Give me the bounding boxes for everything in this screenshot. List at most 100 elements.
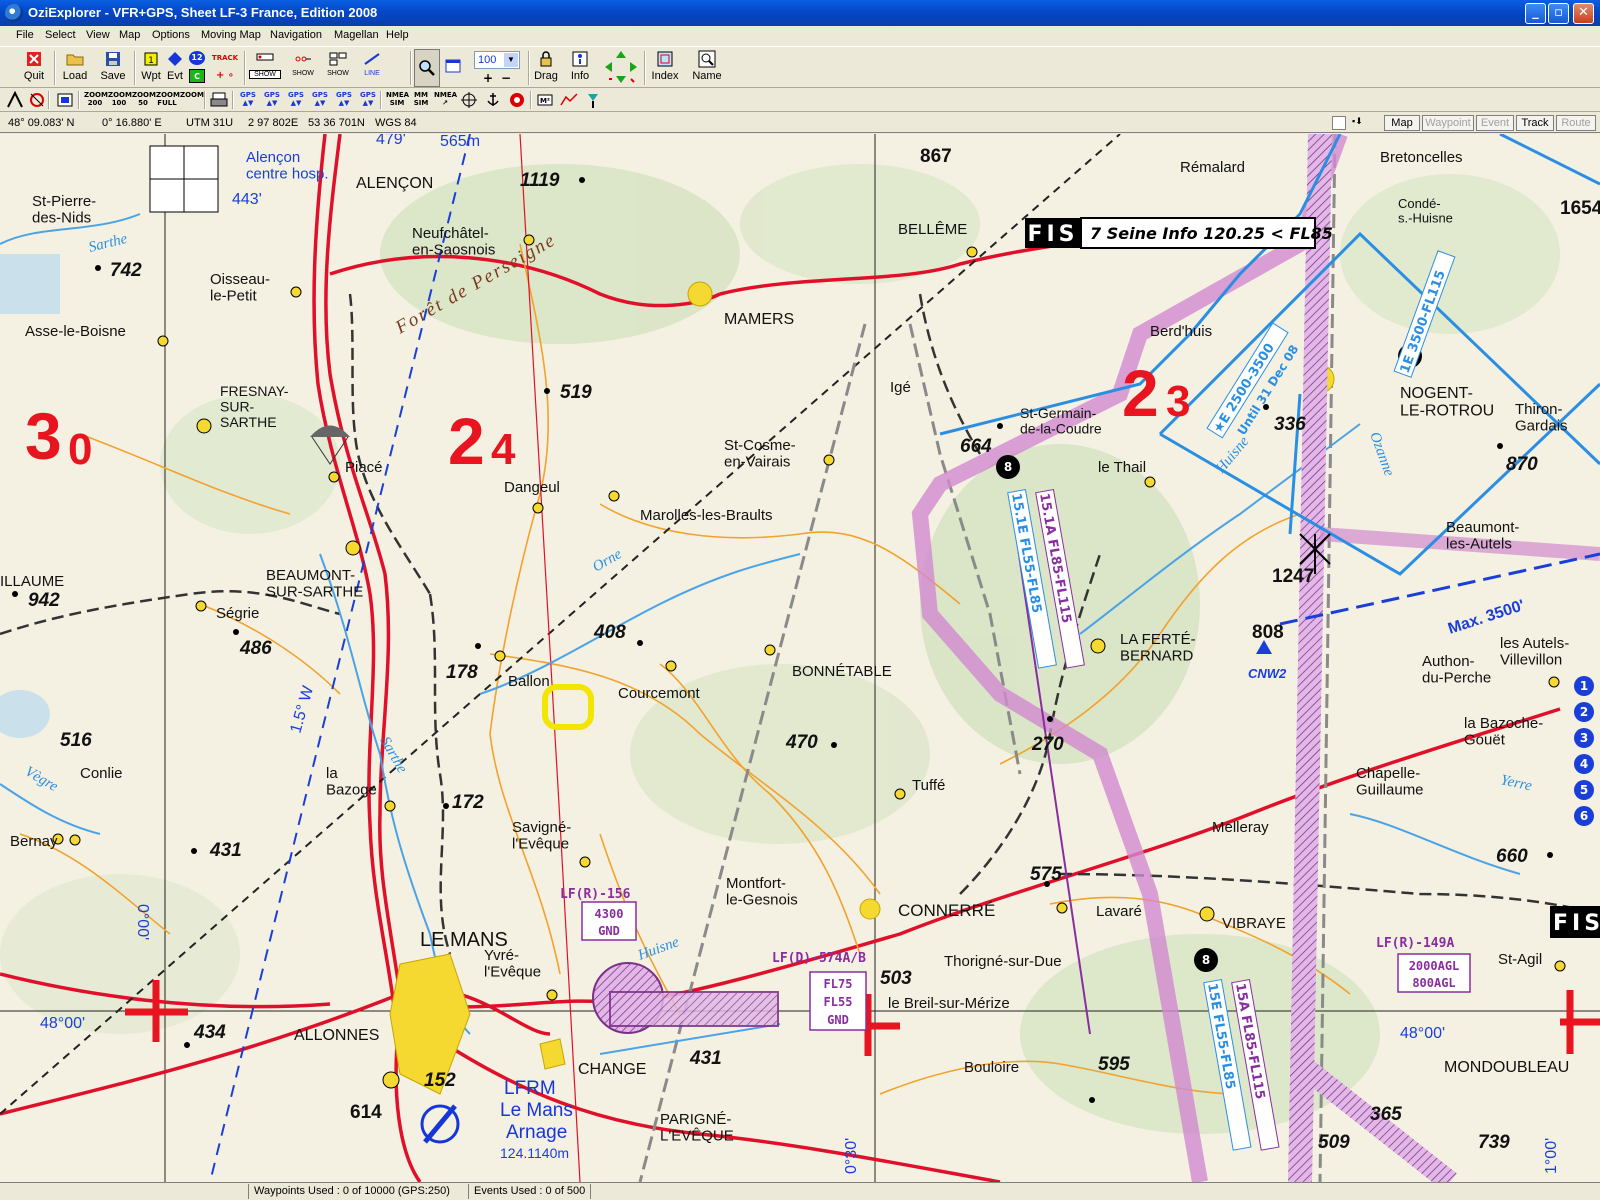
zoom-out-button[interactable]: − [498,71,514,85]
anchor-icon[interactable] [484,91,502,109]
zoom-level-select[interactable]: 100 ▼ [474,51,520,69]
menu-help[interactable]: Help [386,29,409,41]
sector-24-digit-a: 2 [448,404,485,478]
show-lines-button[interactable]: LINE [358,49,386,87]
quit-icon [27,52,41,66]
nmea-button[interactable]: NMEA ↗ [434,91,457,109]
map-thumbnail-icon[interactable] [1332,116,1346,130]
map-canvas[interactable]: 1 2 3 4 5 6 8 8 8 3 0 2 4 2 3 [0,134,1600,1182]
floppy-disk-icon [106,52,120,66]
zoom-50-button[interactable]: ZOOM 50 [132,91,156,109]
town-nogent: NOGENT-LE-ROTROU [1400,385,1494,420]
zoom-in-button[interactable]: + [480,71,496,85]
waypoint-button[interactable]: 1 Wpt [139,49,163,87]
zoom-200-button[interactable]: ZOOM 200 [84,91,108,109]
menu-bar: File Select View Map Options Moving Map … [0,26,1600,46]
load-button[interactable]: Load [58,49,92,87]
sector-23-digit-b: 3 [1166,377,1190,426]
save-button[interactable]: Save [96,49,130,87]
maximize-button[interactable]: ▫ [1548,3,1569,24]
svg-text:808: 808 [1252,622,1284,643]
gps-waypoint-button[interactable]: GPS ▲▼ [334,91,354,109]
mm-sim-button[interactable]: MM SIM [410,91,432,109]
menu-navigation[interactable]: Navigation [270,29,322,41]
svg-text:FIS: FIS [1553,911,1600,936]
longitude-value: 0° 16.880' E [102,117,162,129]
name-search-button[interactable]: Name [692,49,722,87]
drag-button[interactable]: Drag [532,49,560,87]
menu-view[interactable]: View [86,29,110,41]
menu-moving-map[interactable]: Moving Map [201,29,261,41]
info-button[interactable]: Info [566,49,594,87]
gps-track-button[interactable]: GPS ▲▼ [286,91,306,109]
svg-text:664: 664 [960,436,992,457]
zoom-button[interactable]: ZOOM [180,91,204,109]
svg-text:ALLONNES: ALLONNES [294,1027,379,1044]
gps-route-button[interactable]: GPS ▲▼ [310,91,330,109]
map-cursor-icon[interactable] [6,91,24,109]
zoom-full-button[interactable]: ZOOM FULL [156,91,180,109]
show-waypoints-button[interactable]: SHOW [249,49,281,87]
save-map-icon[interactable]: ▪⬇ [1352,116,1378,130]
menu-map[interactable]: Map [119,29,140,41]
route-c-icon[interactable]: C [189,69,205,83]
satellite-icon[interactable] [28,91,46,109]
svg-text:FL75: FL75 [824,977,853,991]
zoom-window-button[interactable] [442,49,464,87]
measure-icon[interactable]: M² [536,91,554,109]
pan-arrows-button[interactable] [602,49,640,87]
show-events-button[interactable]: SHOW [322,49,354,87]
minimize-button[interactable]: _ [1525,3,1546,24]
index-button[interactable]: Index [650,49,680,87]
tab-map[interactable]: Map [1384,115,1420,131]
tab-route[interactable]: Route [1556,115,1596,131]
svg-text:LF(D)-574A/B: LF(D)-574A/B [772,951,866,966]
printer-icon[interactable] [210,91,228,109]
waypoint-list-icon [256,53,274,61]
vfr-chart[interactable]: 1 2 3 4 5 6 8 8 8 3 0 2 4 2 3 [0,134,1600,1182]
svg-text:124.1140m: 124.1140m [500,1145,569,1161]
crosshair-icon[interactable] [460,91,478,109]
route-12-icon[interactable]: 12 [189,51,205,65]
town-montfort: Montfort-le-Gesnois [726,875,798,909]
zoom-100-button[interactable]: ZOOM 100 [108,91,132,109]
title-bar: OziExplorer - VFR+GPS, Sheet LF-3 France… [0,0,1600,26]
name-search-icon [698,50,716,68]
svg-text:Ozanne: Ozanne [1366,430,1397,479]
lock-icon [540,51,552,67]
event-list-icon [329,52,347,66]
quit-button[interactable]: Quit [18,49,50,87]
menu-options[interactable]: Options [152,29,190,41]
menu-select[interactable]: Select [45,29,76,41]
gps-download-button[interactable]: GPS ▲▼ [262,91,282,109]
show-routes-button[interactable]: SHOW [287,49,319,87]
tab-waypoint[interactable]: Waypoint [1422,115,1474,131]
gps-send-button[interactable]: GPS ▲▼ [358,91,378,109]
overview-thumbnail[interactable] [149,145,219,213]
svg-text:Max. 3500': Max. 3500' [1446,597,1527,638]
tab-track[interactable]: Track [1516,115,1554,131]
menu-magellan[interactable]: Magellan [334,29,379,41]
svg-text:336: 336 [1274,414,1306,435]
nmea-sim-button[interactable]: NMEA SIM [386,91,409,109]
svg-text:4: 4 [1580,757,1588,771]
lifebuoy-icon[interactable] [508,91,526,109]
event-button[interactable]: Evt [163,49,187,87]
svg-text:FL55: FL55 [824,995,853,1009]
track-add-icon[interactable]: + ∘ [210,69,240,83]
zoom-tool-button[interactable] [414,49,440,87]
menu-file[interactable]: File [16,29,34,41]
town-chapelle: Chapelle-Guillaume [1356,765,1424,799]
gps-upload-button[interactable]: GPS ▲▼ [238,91,258,109]
svg-text:509: 509 [1318,1132,1350,1153]
gps-antenna-icon[interactable] [584,91,602,109]
profile-chart-icon[interactable] [560,91,578,109]
track-button[interactable]: TRACK [210,51,240,65]
map-window-icon[interactable] [56,91,74,109]
svg-text:MAMERS: MAMERS [724,311,794,328]
close-button[interactable]: ✕ [1573,3,1594,24]
info-icon [572,51,588,67]
tab-event[interactable]: Event [1476,115,1514,131]
waypoints-used: Waypoints Used : 0 of 10000 (GPS:250) [254,1185,450,1197]
svg-text:575: 575 [1030,864,1062,885]
